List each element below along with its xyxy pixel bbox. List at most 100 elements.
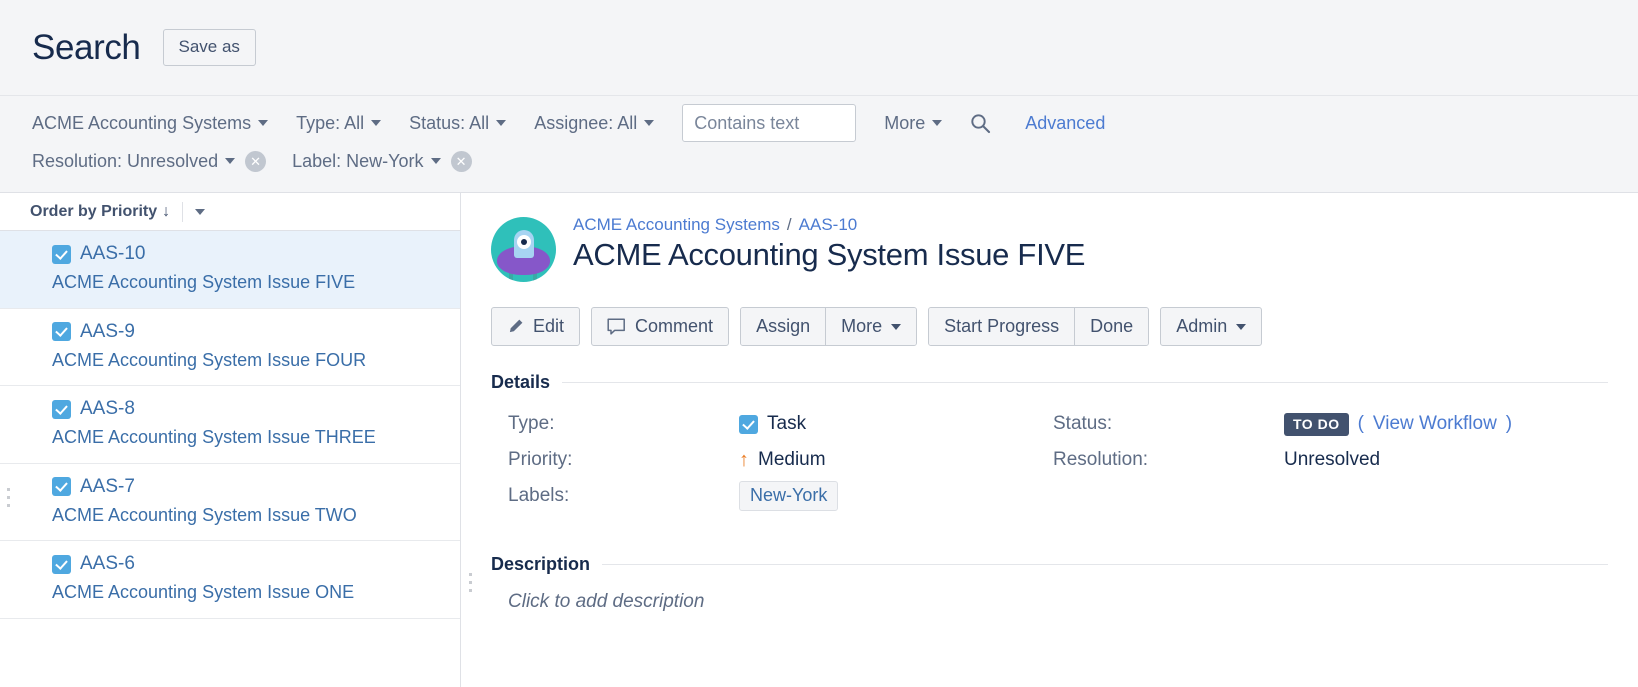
description-section-title: Description (491, 554, 590, 575)
drag-dot (469, 573, 472, 576)
type-filter-label: Type: All (296, 113, 364, 134)
resolution-field-row: Resolution: Unresolved (1036, 442, 1608, 478)
chevron-down-icon (225, 158, 235, 164)
body-split: Order by Priority ↓ AAS-10 ACME Accounti… (0, 193, 1638, 687)
assign-more-button[interactable]: More (825, 308, 916, 345)
start-progress-button[interactable]: Start Progress (929, 308, 1074, 345)
resolution-field-label: Resolution: (1036, 449, 1284, 471)
list-item[interactable]: AAS-7 ACME Accounting System Issue TWO (0, 464, 460, 542)
description-section-header: Description (491, 554, 1608, 575)
issue-key-row: AAS-10 (22, 243, 460, 265)
issue-summary: ACME Accounting System Issue FOUR (22, 349, 460, 372)
page-title: Search (32, 28, 141, 68)
label-filter[interactable]: Label: New-York (292, 151, 440, 172)
save-as-button[interactable]: Save as (163, 29, 256, 66)
section-divider (602, 564, 1608, 565)
drag-dot (7, 488, 10, 491)
issue-key-row: AAS-8 (22, 398, 460, 420)
view-workflow-link[interactable]: View Workflow (1373, 413, 1497, 435)
issue-key-row: AAS-9 (22, 321, 460, 343)
type-filter[interactable]: Type: All (296, 113, 381, 134)
chevron-down-icon (371, 120, 381, 126)
more-filters-label: More (884, 113, 925, 134)
sidebar-resize-handle[interactable] (7, 488, 10, 512)
details-section-title: Details (491, 372, 550, 393)
contains-text-input[interactable] (682, 104, 856, 142)
labels-field-label: Labels: (491, 485, 739, 507)
issue-key: AAS-7 (80, 476, 135, 498)
issue-heading-text: ACME Accounting Systems / AAS-10 ACME Ac… (573, 215, 1085, 274)
issue-header: ACME Accounting Systems / AAS-10 ACME Ac… (491, 215, 1608, 282)
more-filters-button[interactable]: More (884, 113, 942, 134)
project-filter-label: ACME Accounting Systems (32, 113, 251, 134)
task-type-icon (52, 400, 71, 419)
details-column-right: Status: TO DO (View Workflow) Resolution… (1036, 406, 1608, 514)
priority-field-label: Priority: (491, 449, 739, 471)
clear-resolution-filter-icon[interactable]: ✕ (245, 151, 266, 172)
done-button[interactable]: Done (1074, 308, 1148, 345)
edit-button[interactable]: Edit (491, 307, 580, 346)
filter-row-secondary: Resolution: Unresolved ✕ Label: New-York… (32, 142, 1606, 180)
order-bar: Order by Priority ↓ (0, 193, 460, 231)
issue-actions-toolbar: Edit Comment Assign More Start Progress … (491, 307, 1608, 346)
issue-list: AAS-10 ACME Accounting System Issue FIVE… (0, 231, 460, 619)
chevron-down-icon (1236, 324, 1246, 330)
divider (182, 202, 183, 222)
detail-resize-handle[interactable] (469, 573, 472, 597)
issue-title: ACME Accounting System Issue FIVE (573, 237, 1085, 274)
pencil-icon (507, 318, 524, 335)
task-type-icon (739, 415, 758, 434)
comment-button[interactable]: Comment (591, 307, 729, 346)
workflow-button-group: Start Progress Done (928, 307, 1149, 346)
labels-field-value: New-York (739, 481, 838, 511)
priority-field-value: ↑ Medium (739, 449, 826, 471)
assign-more-label: More (841, 316, 882, 337)
order-options-chevron-down-icon[interactable] (195, 209, 205, 215)
breadcrumb-project-link[interactable]: ACME Accounting Systems (573, 215, 780, 235)
page-header: Search Save as (0, 0, 1638, 96)
breadcrumb-separator: / (787, 215, 792, 235)
chevron-down-icon (932, 120, 942, 126)
admin-label: Admin (1176, 316, 1227, 337)
list-item[interactable]: AAS-10 ACME Accounting System Issue FIVE (0, 231, 460, 309)
type-field-value: Task (739, 413, 806, 435)
comment-icon (607, 318, 626, 336)
workflow-paren-close: ) (1506, 413, 1512, 435)
label-filter-label: Label: New-York (292, 151, 423, 172)
issue-key-row: AAS-6 (22, 553, 460, 575)
clear-label-filter-icon[interactable]: ✕ (451, 151, 472, 172)
list-item[interactable]: AAS-8 ACME Accounting System Issue THREE (0, 386, 460, 464)
type-field-row: Type: Task (491, 406, 1036, 442)
issue-detail-panel: ACME Accounting Systems / AAS-10 ACME Ac… (461, 193, 1638, 687)
issue-list-sidebar: Order by Priority ↓ AAS-10 ACME Accounti… (0, 193, 461, 687)
advanced-search-link[interactable]: Advanced (1025, 113, 1105, 134)
drag-dot (469, 589, 472, 592)
sort-descending-icon: ↓ (162, 203, 170, 221)
comment-label: Comment (635, 316, 713, 337)
issue-key: AAS-8 (80, 398, 135, 420)
admin-button[interactable]: Admin (1160, 307, 1262, 346)
status-badge: TO DO (1284, 413, 1349, 436)
status-filter[interactable]: Status: All (409, 113, 506, 134)
label-chip[interactable]: New-York (739, 481, 838, 511)
issue-summary: ACME Accounting System Issue ONE (22, 581, 460, 604)
status-field-row: Status: TO DO (View Workflow) (1036, 406, 1608, 442)
edit-label: Edit (533, 316, 564, 337)
issue-summary: ACME Accounting System Issue THREE (22, 426, 460, 449)
assign-button[interactable]: Assign (741, 308, 825, 345)
project-filter[interactable]: ACME Accounting Systems (32, 113, 268, 134)
status-filter-label: Status: All (409, 113, 489, 134)
search-button[interactable] (970, 113, 991, 134)
order-by-button[interactable]: Order by Priority ↓ (30, 203, 170, 221)
priority-field-row: Priority: ↑ Medium (491, 442, 1036, 478)
project-avatar (491, 217, 556, 282)
resolution-filter[interactable]: Resolution: Unresolved (32, 151, 235, 172)
avatar-leg (533, 273, 537, 282)
description-placeholder[interactable]: Click to add description (491, 591, 1608, 613)
list-item[interactable]: AAS-9 ACME Accounting System Issue FOUR (0, 309, 460, 387)
breadcrumb-issue-link[interactable]: AAS-10 (799, 215, 858, 235)
assignee-filter[interactable]: Assignee: All (534, 113, 654, 134)
chevron-down-icon (644, 120, 654, 126)
resolution-field-value: Unresolved (1284, 449, 1380, 471)
list-item[interactable]: AAS-6 ACME Accounting System Issue ONE (0, 541, 460, 619)
